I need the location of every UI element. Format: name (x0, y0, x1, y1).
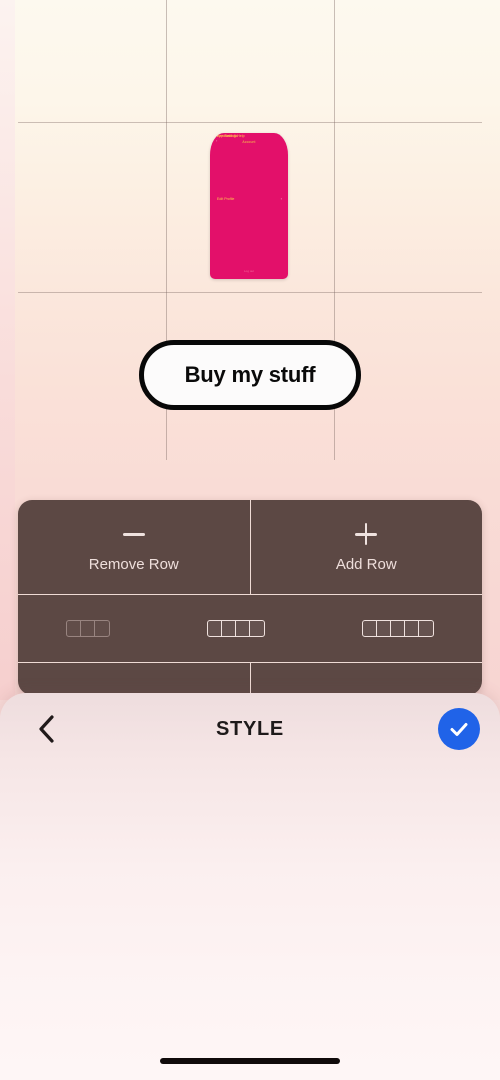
row-editor-extra-right[interactable] (249, 663, 483, 693)
layout-cell (221, 621, 236, 636)
layout-5-columns-icon[interactable] (361, 620, 434, 637)
card-menu-item-edit-profile[interactable]: Edit Profile › (217, 196, 282, 201)
chevron-left-icon[interactable] (30, 712, 64, 746)
add-row-button[interactable]: Add Row (249, 500, 483, 594)
plus-icon (353, 521, 379, 547)
row-editor-toolbar: Remove Row Add Row (18, 500, 482, 695)
card-menu-item-feedback-help[interactable]: Feedback & Help › (217, 133, 282, 138)
add-row-label: Add Row (335, 556, 397, 573)
buy-my-stuff-button[interactable]: Buy my stuff (139, 340, 361, 410)
row-editor-actions: Remove Row Add Row (18, 500, 482, 595)
confirm-button[interactable] (438, 708, 480, 750)
layout-cell (404, 621, 419, 636)
card-menu-label: Edit Profile (217, 196, 235, 201)
layout-cell (235, 621, 250, 636)
row-editor-extra-left[interactable] (18, 663, 250, 693)
row-layout-options (18, 595, 482, 663)
layout-cell (249, 621, 264, 636)
card-footer-label: Log out (243, 269, 254, 273)
layout-cell (390, 621, 405, 636)
remove-row-label: Remove Row (88, 556, 179, 573)
layout-cell (67, 621, 82, 636)
layout-cell (376, 621, 391, 636)
chevron-right-icon: › (280, 133, 282, 138)
card-menu-label: Feedback & Help (217, 133, 245, 138)
gridline-horizontal-2 (18, 292, 482, 293)
layout-cell (81, 621, 96, 636)
phone-screen: ‹ Account Edit Profile › App Settings › … (0, 0, 500, 1080)
card-title: Account (242, 140, 256, 144)
page-title: STYLE (216, 717, 284, 740)
row-editor-extra-row (18, 663, 482, 693)
layout-cell (207, 621, 222, 636)
minus-icon (121, 521, 147, 547)
remove-row-button[interactable]: Remove Row (18, 500, 250, 594)
layout-4-columns-icon[interactable] (206, 620, 265, 637)
home-indicator (160, 1058, 340, 1064)
layout-cell (95, 621, 109, 636)
layout-3-columns-icon[interactable] (66, 620, 111, 637)
chevron-right-icon: › (280, 196, 282, 201)
gridline-horizontal-1 (18, 122, 482, 123)
style-bottom-sheet: STYLE Gradient (0, 693, 500, 1080)
layout-cell (362, 621, 377, 636)
buy-my-stuff-label: Buy my stuff (184, 362, 316, 387)
canvas-left-edge (0, 0, 15, 700)
layout-cell (418, 621, 433, 636)
phone-preview-card[interactable]: ‹ Account Edit Profile › App Settings › … (210, 133, 288, 279)
style-sheet-header: STYLE (0, 693, 500, 765)
check-icon (450, 723, 468, 736)
